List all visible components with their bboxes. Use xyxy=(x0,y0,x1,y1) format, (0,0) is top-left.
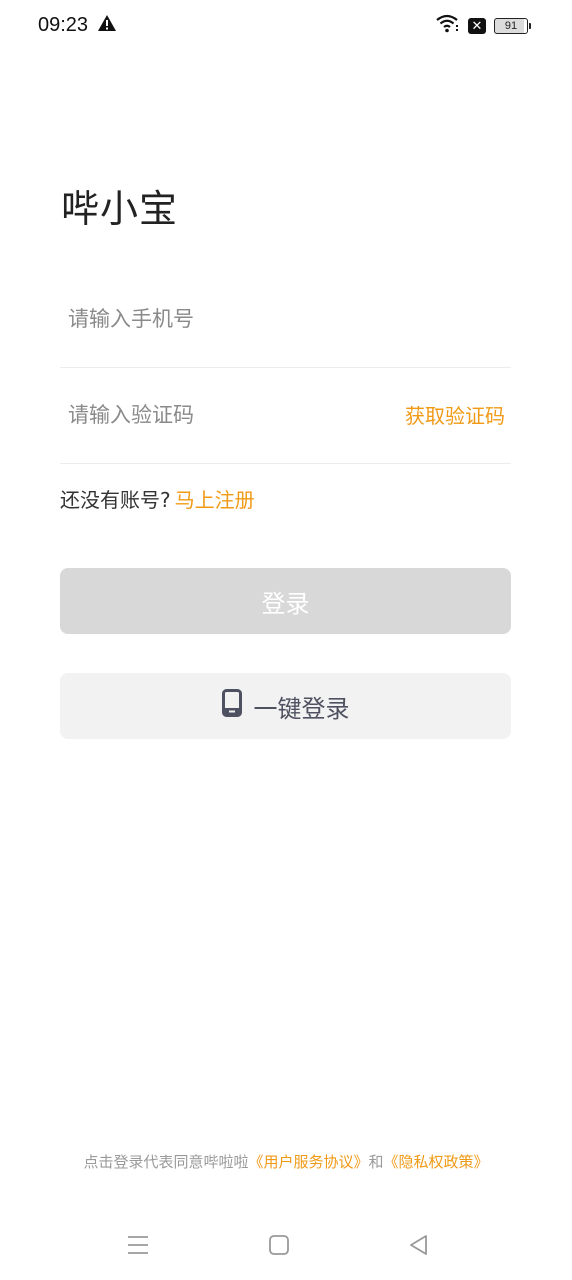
privacy-link[interactable]: 《隐私权政策》 xyxy=(384,1153,489,1171)
agreement-and: 和 xyxy=(368,1153,384,1171)
verification-code-input[interactable] xyxy=(68,367,368,463)
code-field-row: 获取验证码 xyxy=(60,367,511,464)
terms-link[interactable]: 《用户服务协议》 xyxy=(248,1153,368,1171)
one-key-login-button[interactable]: 一键登录 xyxy=(60,673,511,739)
app-title: 哔小宝 xyxy=(61,187,179,231)
battery-icon: 91 xyxy=(494,18,531,34)
login-button[interactable]: 登录 xyxy=(60,568,511,634)
register-row: 还没有账号? 马上注册 xyxy=(60,484,255,513)
phone-field-row xyxy=(60,271,511,368)
wifi-icon xyxy=(436,14,460,38)
phone-icon xyxy=(221,689,242,723)
register-link[interactable]: 马上注册 xyxy=(175,488,255,512)
login-button-label: 登录 xyxy=(261,589,310,618)
agreement-prefix: 点击登录代表同意哔啦啦 xyxy=(83,1153,249,1171)
status-time: 09:23 xyxy=(38,14,89,36)
battery-level: 91 xyxy=(504,20,518,32)
warning-icon xyxy=(98,15,116,35)
system-nav-bar xyxy=(0,1220,572,1270)
status-bar: 09:23 ✕ 91 xyxy=(0,0,572,52)
menu-icon[interactable] xyxy=(125,1232,151,1258)
home-icon[interactable] xyxy=(266,1232,292,1258)
one-key-login-label: 一键登录 xyxy=(253,694,350,723)
phone-input[interactable] xyxy=(68,271,368,367)
register-prompt: 还没有账号? xyxy=(60,488,171,512)
agreement-text: 点击登录代表同意哔啦啦《用户服务协议》和《隐私权政策》 xyxy=(0,1151,572,1172)
status-icons: ✕ 91 xyxy=(436,14,531,38)
close-badge-icon: ✕ xyxy=(468,18,486,34)
get-code-button[interactable]: 获取验证码 xyxy=(405,400,505,429)
back-icon[interactable] xyxy=(406,1232,432,1258)
